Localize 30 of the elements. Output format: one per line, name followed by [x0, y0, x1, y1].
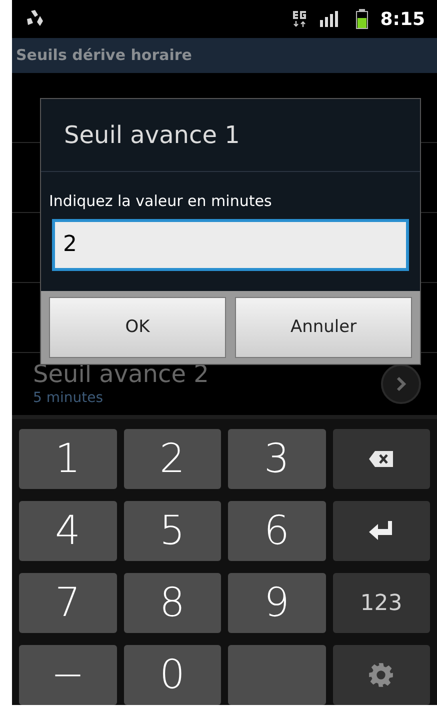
- chevron-icon[interactable]: [381, 364, 421, 404]
- enter-icon: [369, 521, 394, 541]
- keyboard-key[interactable]: 2: [124, 429, 221, 489]
- keyboard-key[interactable]: 9: [228, 573, 326, 633]
- dialog-title: Seuil avance 1: [64, 120, 240, 151]
- screen-title: Seuils dérive horaire: [16, 45, 192, 66]
- settings-icon: [368, 662, 394, 688]
- list-item-title: Seuil avance 2: [33, 360, 210, 388]
- dialog-button[interactable]: OK: [49, 297, 226, 358]
- keyboard-key[interactable]: 3: [228, 429, 326, 489]
- keyboard-key[interactable]: 0: [124, 645, 221, 705]
- battery-icon: [356, 9, 368, 29]
- keyboard-key[interactable]: −: [19, 645, 116, 705]
- enter-key[interactable]: [332, 501, 430, 561]
- dialog-prompt: Indiquez la valeur en minutes: [49, 191, 273, 212]
- keyboard-key[interactable]: 4: [19, 501, 116, 561]
- settings-key[interactable]: [332, 645, 430, 705]
- keyboard-key[interactable]: 1: [19, 429, 116, 489]
- backspace-key[interactable]: [332, 429, 430, 489]
- list-item-subtitle: 5 minutes: [33, 388, 104, 408]
- dialog-button[interactable]: Annuler: [235, 297, 412, 358]
- signal-icon: [320, 11, 340, 27]
- keyboard-key[interactable]: 7: [19, 573, 116, 633]
- keyboard-key[interactable]: 8: [124, 573, 221, 633]
- clock-time: 8:15: [380, 8, 425, 32]
- backspace-icon: [369, 451, 394, 467]
- keyboard-key[interactable]: 123: [332, 573, 430, 633]
- input-field[interactable]: 2: [52, 218, 409, 270]
- keyboard-key[interactable]: 6: [228, 501, 326, 561]
- keyboard-key[interactable]: 5: [124, 501, 221, 561]
